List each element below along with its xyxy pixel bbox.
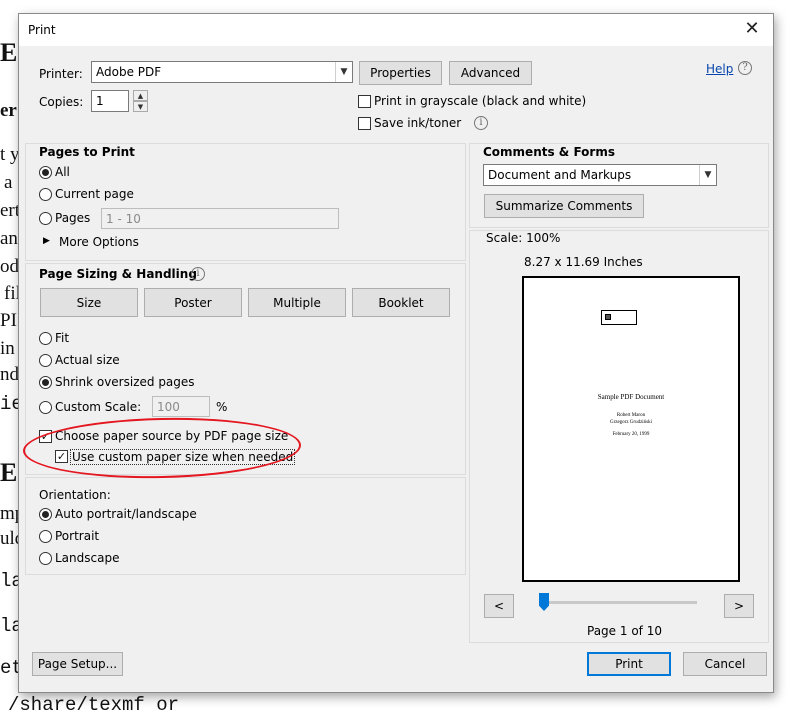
- info-icon[interactable]: i: [474, 116, 488, 130]
- orientation-title: Orientation:: [39, 488, 111, 502]
- chevron-down-icon: ▼: [335, 62, 352, 82]
- radio-current-page[interactable]: [39, 188, 52, 201]
- preview-date: February 20, 1999: [612, 432, 650, 437]
- radio-fit[interactable]: [39, 332, 52, 345]
- booklet-button[interactable]: Booklet: [352, 288, 450, 317]
- bg-text: er: [0, 100, 17, 121]
- preview-doc-title: Sample PDF Document: [597, 393, 665, 401]
- radio-custom-scale[interactable]: [39, 401, 52, 414]
- print-dialog: Print ✕ Printer: Adobe PDF ▼ Properties …: [18, 13, 774, 693]
- copies-label: Copies:: [39, 95, 84, 109]
- bg-text-bottom: /share/texmf or: [8, 694, 180, 716]
- radio-current-page-label: Current page: [55, 187, 134, 201]
- multiple-button[interactable]: Multiple: [248, 288, 346, 317]
- radio-pages[interactable]: [39, 212, 52, 225]
- printer-value: Adobe PDF: [96, 65, 162, 79]
- more-options-label[interactable]: More Options: [59, 235, 139, 249]
- save-ink-checkbox[interactable]: [358, 117, 371, 130]
- prev-page-button[interactable]: <: [484, 594, 514, 618]
- preview-author: Robert Maron: [616, 413, 646, 418]
- triangle-right-icon[interactable]: ▶: [43, 236, 50, 246]
- grayscale-label: Print in grayscale (black and white): [374, 94, 587, 108]
- comments-forms-select[interactable]: Document and Markups ▼: [483, 164, 717, 186]
- percent-label: %: [216, 400, 228, 414]
- copies-increment-icon[interactable]: ▲: [133, 90, 148, 101]
- bg-text: an: [0, 228, 18, 249]
- grayscale-checkbox[interactable]: [358, 95, 371, 108]
- preview-author: Grzegorz Grudziński: [609, 420, 653, 425]
- bg-text: a: [4, 172, 13, 193]
- printer-label: Printer:: [39, 67, 83, 81]
- size-button[interactable]: Size: [40, 288, 138, 317]
- radio-custom-scale-label: Custom Scale:: [55, 400, 142, 414]
- title-bar: Print ✕: [19, 14, 773, 46]
- print-button[interactable]: Print: [587, 652, 671, 676]
- save-ink-label: Save ink/toner: [374, 116, 462, 130]
- cancel-button[interactable]: Cancel: [683, 652, 767, 676]
- info-icon[interactable]: i: [191, 267, 205, 281]
- custom-scale-value: 100: [157, 399, 180, 414]
- scale-label: Scale: 100%: [486, 231, 561, 245]
- radio-all[interactable]: [39, 166, 52, 179]
- preview-image-box: [601, 310, 637, 325]
- radio-landscape[interactable]: [39, 552, 52, 565]
- radio-actual-size[interactable]: [39, 354, 52, 367]
- radio-fit-label: Fit: [55, 331, 70, 345]
- pages-to-print-title: Pages to Print: [39, 145, 135, 159]
- page-preview: Sample PDF Document Robert Maron Grzegor…: [522, 276, 740, 582]
- bg-text: t y: [0, 144, 20, 165]
- radio-portrait-label: Portrait: [55, 529, 100, 543]
- dimensions-label: 8.27 x 11.69 Inches: [524, 255, 643, 269]
- comments-forms-title: Comments & Forms: [483, 145, 615, 159]
- copies-decrement-icon[interactable]: ▼: [133, 101, 148, 112]
- radio-portrait[interactable]: [39, 530, 52, 543]
- custom-scale-input[interactable]: 100: [152, 396, 210, 417]
- preview-image-icon: [605, 314, 611, 320]
- next-page-button[interactable]: >: [724, 594, 754, 618]
- radio-actual-size-label: Actual size: [55, 353, 120, 367]
- page-setup-button[interactable]: Page Setup...: [32, 652, 123, 676]
- help-link[interactable]: Help: [706, 62, 733, 76]
- poster-button[interactable]: Poster: [144, 288, 242, 317]
- copies-input[interactable]: 1: [91, 90, 129, 112]
- pages-range-input[interactable]: 1 - 10: [101, 208, 339, 229]
- radio-shrink-label: Shrink oversized pages: [55, 375, 195, 389]
- dialog-title: Print: [28, 23, 56, 37]
- page-sizing-title: Page Sizing & Handling: [39, 267, 197, 281]
- page-slider-track[interactable]: [543, 601, 697, 604]
- bg-text: in: [0, 338, 15, 359]
- comments-forms-value: Document and Markups: [488, 168, 632, 182]
- bg-text: PI: [0, 310, 17, 331]
- bg-text: E: [0, 38, 18, 67]
- radio-landscape-label: Landscape: [55, 551, 120, 565]
- radio-auto-orientation-label: Auto portrait/landscape: [55, 507, 197, 521]
- bg-text: od: [0, 256, 19, 277]
- help-question-icon[interactable]: ?: [738, 61, 752, 75]
- bg-text: E: [0, 458, 18, 487]
- copies-value: 1: [96, 94, 104, 108]
- close-icon[interactable]: ✕: [741, 18, 763, 39]
- radio-all-label: All: [55, 165, 70, 179]
- radio-shrink[interactable]: [39, 376, 52, 389]
- radio-auto-orientation[interactable]: [39, 508, 52, 521]
- chevron-down-icon: ▼: [699, 165, 716, 185]
- summarize-comments-button[interactable]: Summarize Comments: [484, 194, 644, 218]
- advanced-button[interactable]: Advanced: [449, 61, 532, 85]
- properties-button[interactable]: Properties: [359, 61, 442, 85]
- pages-range-value: 1 - 10: [106, 211, 141, 226]
- radio-pages-label: Pages: [55, 211, 91, 225]
- page-indicator: Page 1 of 10: [587, 624, 662, 638]
- printer-select[interactable]: Adobe PDF ▼: [91, 61, 353, 83]
